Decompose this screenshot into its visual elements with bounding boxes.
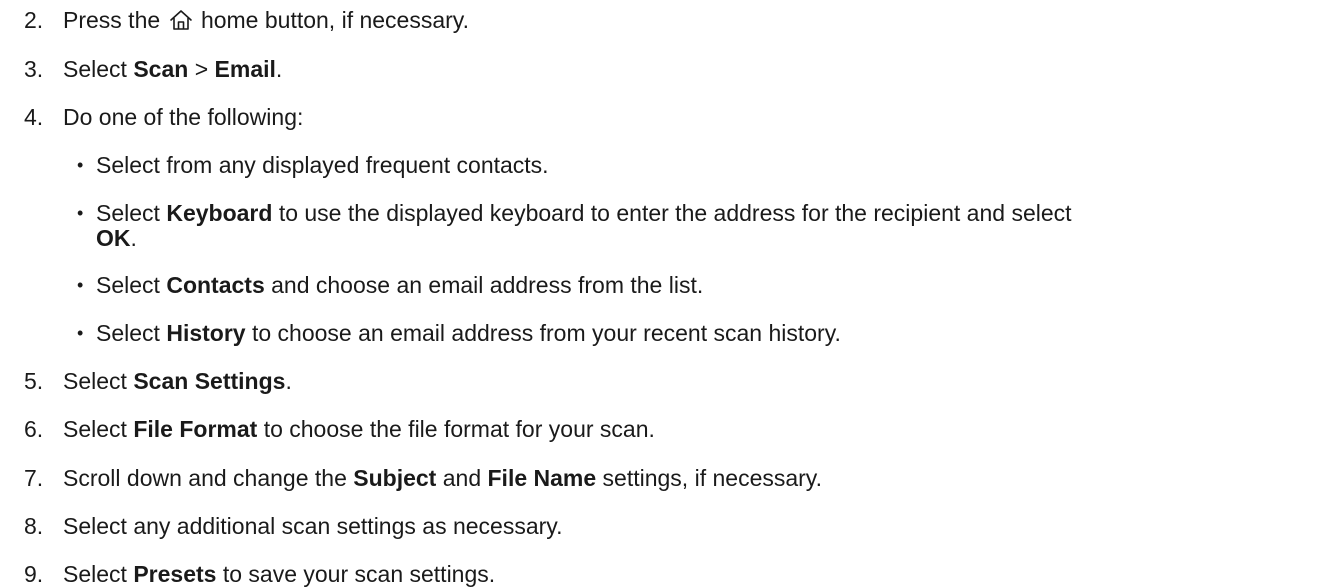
bullet-text-continuation: OK. <box>96 224 1326 252</box>
ui-term-subject: Subject <box>353 465 437 491</box>
step-text: Select Scan Settings. <box>63 367 1323 395</box>
step-text-part: . <box>275 56 283 82</box>
step-text-part: Press the <box>63 7 161 33</box>
step-text-part: to choose the file format for your scan. <box>263 416 655 442</box>
bullet-text: Select Keyboard to use the displayed key… <box>96 199 1326 227</box>
ui-term-history: History <box>166 320 246 346</box>
step-number: 6. <box>24 416 44 442</box>
step-text: Select any additional scan settings as n… <box>63 513 563 539</box>
step-number: 4. <box>24 104 44 130</box>
bullet-text: Select from any displayed frequent conta… <box>96 152 549 178</box>
step-text-part: . <box>285 368 292 394</box>
bullet-dot: • <box>77 155 84 175</box>
bullet-text-part: to choose an email address from your rec… <box>251 320 841 346</box>
bullet-text-part: . <box>130 225 137 251</box>
step-text-part: Select <box>63 561 127 587</box>
step-number: 3. <box>24 56 44 82</box>
step-text-part: settings, if necessary. <box>602 465 822 491</box>
step-text: Select Presets to save your scan setting… <box>63 560 1323 588</box>
step-text-part: home button, if necessary. <box>200 7 469 33</box>
bullet-dot: • <box>77 275 84 295</box>
bullet-text-part: Select <box>96 200 160 226</box>
step-text-part: > <box>194 56 209 82</box>
ui-term-scan: Scan <box>133 56 189 82</box>
ui-term-scan-settings: Scan Settings <box>133 368 286 394</box>
bullet-text-part: to use the displayed keyboard to enter t… <box>278 200 1072 226</box>
bullet-dot: • <box>77 203 84 223</box>
ui-term-ok: OK <box>96 225 131 251</box>
step-text-part: Select <box>63 56 127 82</box>
step-text: Select Scan > Email. <box>63 55 1323 83</box>
bullet-text-part: Select <box>96 320 160 346</box>
home-icon <box>169 10 192 30</box>
ui-term-contacts: Contacts <box>166 272 265 298</box>
step-text-part: Scroll down and change the <box>63 465 347 491</box>
step-number: 7. <box>24 465 44 491</box>
step-text: Do one of the following: <box>63 104 304 130</box>
step-text-part: Select <box>63 416 127 442</box>
ui-term-file-format: File Format <box>133 416 258 442</box>
step-number: 9. <box>24 561 44 587</box>
ui-term-file-name: File Name <box>487 465 597 491</box>
ui-term-keyboard: Keyboard <box>166 200 273 226</box>
step-text-part: to save your scan settings. <box>222 561 496 587</box>
bullet-text: Select Contacts and choose an email addr… <box>96 271 1326 299</box>
step-number: 5. <box>24 368 44 394</box>
step-number: 8. <box>24 513 44 539</box>
ui-term-presets: Presets <box>133 561 217 587</box>
step-number: 2. <box>24 7 44 33</box>
step-text: Scroll down and change the Subject and F… <box>63 464 1323 492</box>
ui-term-email: Email <box>214 56 276 82</box>
step-text-part: Select <box>63 368 127 394</box>
bullet-text-part: Select <box>96 272 160 298</box>
step-text-part: and <box>442 465 482 491</box>
step-text: Select File Format to choose the file fo… <box>63 415 1323 443</box>
bullet-dot: • <box>77 323 84 343</box>
step-text: Press the home button, if necessary. <box>63 6 1323 34</box>
bullet-text: Select History to choose an email addres… <box>96 319 1326 347</box>
bullet-text-part: and choose an email address from the lis… <box>271 272 704 298</box>
